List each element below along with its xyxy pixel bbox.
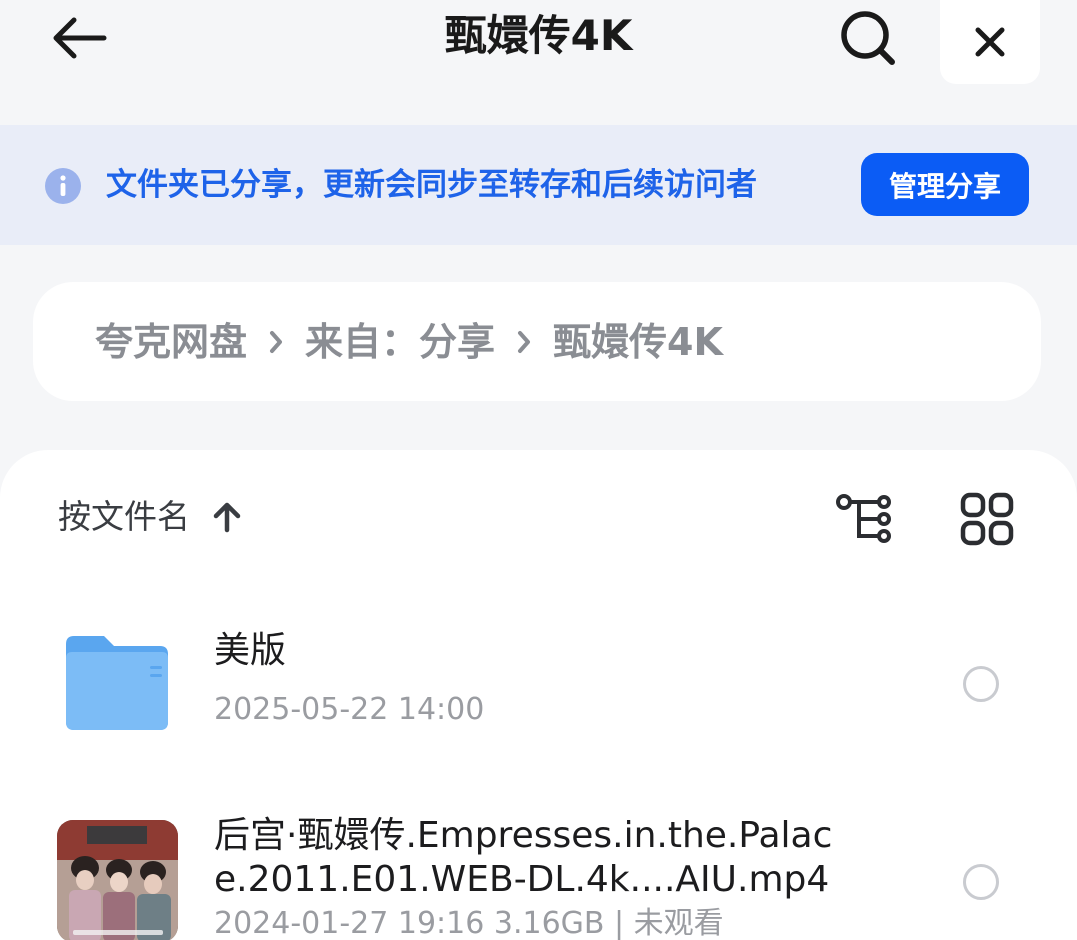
video-thumbnail bbox=[57, 820, 178, 940]
file-browser-page: 甄嬛传4K 文件夹已分享，更新会同步至转存和后续访问者 管理分享 夸克网盘 来自… bbox=[0, 0, 1077, 940]
info-icon bbox=[45, 168, 81, 204]
tree-view-button[interactable] bbox=[832, 490, 898, 548]
file-meta: 2024-01-27 19:16 3.16GB | 未观看 bbox=[214, 906, 724, 940]
tree-view-icon bbox=[836, 494, 891, 543]
share-banner-text: 文件夹已分享，更新会同步至转存和后续访问者 bbox=[106, 167, 757, 203]
chevron-right-icon bbox=[269, 330, 283, 354]
folder-icon bbox=[62, 632, 172, 734]
breadcrumb-item-root[interactable]: 夸克网盘 bbox=[95, 314, 247, 370]
sort-label: 按文件名 bbox=[58, 497, 190, 536]
breadcrumb: 夸克网盘 来自：分享 甄嬛传4K bbox=[33, 282, 1041, 401]
file-meta: 2025-05-22 14:00 bbox=[214, 692, 485, 727]
arrow-up-icon bbox=[212, 501, 242, 533]
file-name: 美版 bbox=[214, 630, 287, 671]
search-button[interactable] bbox=[832, 4, 904, 72]
list-item[interactable]: 后宫·甄嬛传.Empresses.in.the.Palace.2011.E01.… bbox=[0, 802, 1077, 940]
chevron-right-icon bbox=[517, 330, 531, 354]
file-name: 后宫·甄嬛传.Empresses.in.the.Palace.2011.E01.… bbox=[214, 815, 833, 900]
select-radio[interactable] bbox=[963, 666, 999, 702]
close-icon bbox=[975, 27, 1005, 57]
list-item[interactable]: 美版 2025-05-22 14:00 bbox=[0, 610, 1077, 770]
grid-view-icon bbox=[960, 492, 1014, 546]
top-bar: 甄嬛传4K bbox=[0, 0, 1077, 125]
page-title: 甄嬛传4K bbox=[444, 11, 633, 60]
breadcrumb-item-current[interactable]: 甄嬛传4K bbox=[553, 314, 723, 370]
file-list-panel: 按文件名 美版 2025-05-22 14:00 后宫·甄嬛传.Empresse… bbox=[0, 450, 1077, 940]
sort-control[interactable]: 按文件名 bbox=[58, 492, 242, 542]
close-button[interactable] bbox=[940, 0, 1040, 84]
search-icon bbox=[841, 11, 895, 65]
grid-view-button[interactable] bbox=[955, 488, 1019, 550]
select-radio[interactable] bbox=[963, 864, 999, 900]
manage-share-button[interactable]: 管理分享 bbox=[861, 153, 1029, 216]
breadcrumb-item-shared[interactable]: 来自：分享 bbox=[305, 314, 495, 370]
